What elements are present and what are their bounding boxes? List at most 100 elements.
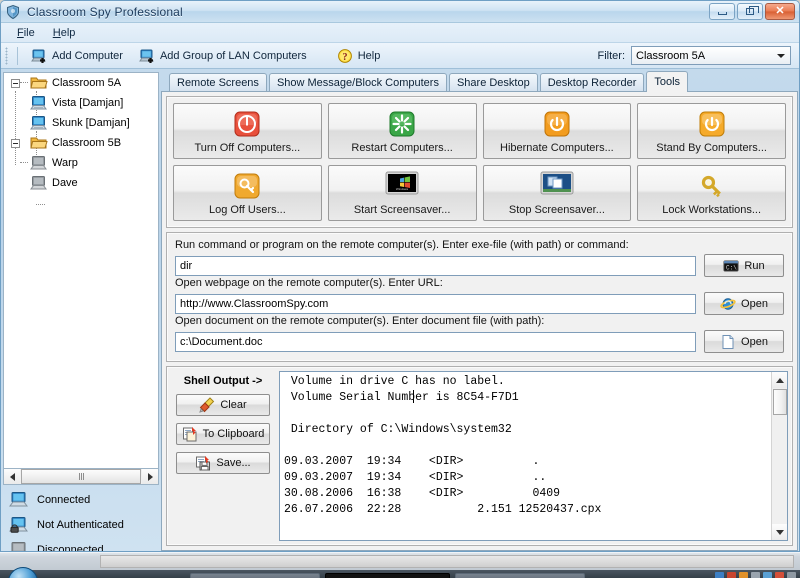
tree-node-label: Warp [52,157,78,169]
run-command-input[interactable]: dir [175,255,696,276]
tray-icon[interactable] [751,572,760,578]
minimize-button[interactable] [709,3,735,20]
chevron-down-icon[interactable] [777,53,785,58]
tree-node-computer[interactable]: Vista [Damjan] [4,93,158,113]
tree-node-label: Vista [Damjan] [52,97,124,109]
remote-commands-group: Run command or program on the remote com… [166,232,793,362]
tab-remote-screens[interactable]: Remote Screens [169,73,267,92]
monitor-add-icon [31,48,47,64]
tray-icon[interactable] [715,572,724,578]
add-computer-button[interactable]: Add Computer [23,46,131,66]
open-document-row: Open document on the remote computer(s).… [175,315,784,353]
tray-icon[interactable] [775,572,784,578]
hibernate-computers-button[interactable]: Hibernate Computers... [482,103,632,159]
restore-button[interactable] [737,3,763,20]
open-webpage-button[interactable]: Open [704,292,784,315]
lock-workstations-button[interactable]: Lock Workstations... [637,165,786,221]
filter-combobox[interactable]: Classroom 5A [631,46,791,65]
shell-output-text: Volume in drive C has no label. Volume S… [284,375,602,516]
console-window-icon: C:\ [723,258,739,274]
legend-label: Connected [37,493,91,506]
stand-by-computers-button[interactable]: Stand By Computers... [637,103,786,159]
open-document-input[interactable]: c:\Document.doc [175,331,696,352]
hibernate-orange-icon [542,109,572,139]
legend-item-disconnected: Disconnected [9,541,159,551]
tab-desktop-recorder[interactable]: Desktop Recorder [539,73,645,92]
svg-text:Windows: Windows [396,187,409,191]
menu-item-help[interactable]: Help [44,25,85,41]
tree-node-computer[interactable]: Warp [4,153,158,173]
tab-share-desktop[interactable]: Share Desktop [448,73,538,92]
window-controls: ✕ [709,3,795,20]
tree-connector [36,204,45,205]
main-toolbar: Add Computer Add Group of LAN Computers … [1,43,799,69]
toolbar-grip[interactable] [5,46,8,65]
tree-node-computer[interactable]: Skunk [Damjan] [4,113,158,133]
tab-label: Desktop Recorder [547,77,637,89]
key-gold-icon [697,171,727,201]
expander-collapse-icon[interactable] [11,138,20,148]
menu-bar: File Help [1,23,799,43]
screensaver-stop-icon [540,171,574,197]
tab-label: Share Desktop [456,77,530,89]
tree-horizontal-scrollbar[interactable] [3,469,159,485]
scroll-up-icon[interactable] [771,372,787,388]
start-screensaver-button[interactable]: Windows Start Screensaver... [327,165,477,221]
open-document-label: Open document on the remote computer(s).… [175,315,545,327]
folder-open-icon [30,135,48,151]
tree-node-label: Classroom 5B [52,137,122,149]
tray-icon[interactable] [739,572,748,578]
run-button-label: Run [744,259,765,272]
to-clipboard-button[interactable]: To Clipboard [176,423,270,445]
tray-icon[interactable] [787,572,796,578]
tray-icon[interactable] [763,572,772,578]
open-webpage-button-label: Open [741,297,768,310]
close-button[interactable]: ✕ [765,3,795,20]
expander-collapse-icon[interactable] [11,78,20,88]
add-group-lan-button[interactable]: Add Group of LAN Computers [131,46,315,66]
taskbar-task[interactable] [455,573,585,578]
log-off-users-button[interactable]: Log Off Users... [173,165,322,221]
tray-icon[interactable] [727,572,736,578]
windows-taskbar [0,552,800,578]
open-document-button[interactable]: Open [704,330,784,353]
run-button[interactable]: C:\ Run [704,254,784,277]
open-document-button-label: Open [741,335,768,348]
tree-node-group[interactable]: Classroom 5B [4,133,158,153]
restart-green-icon [387,109,417,139]
menu-item-file[interactable]: File [8,25,44,41]
turn-off-computers-button[interactable]: Turn Off Computers... [173,103,322,159]
legend-item-connected: Connected [9,491,159,508]
computer-tree[interactable]: Classroom 5A Vista [Damjan] Skunk [Damja… [3,72,159,469]
scroll-right-icon[interactable] [142,469,158,484]
stop-screensaver-button[interactable]: Stop Screensaver... [482,165,632,221]
tool-label: Stand By Computers... [656,142,767,154]
restart-computers-button[interactable]: Restart Computers... [327,103,477,159]
question-help-icon: ? [337,48,353,64]
open-webpage-input[interactable]: http://www.ClassroomSpy.com [175,293,696,314]
scroll-left-icon[interactable] [4,469,20,484]
console-vertical-scrollbar[interactable] [771,372,787,540]
save-button[interactable]: Save... [176,452,270,474]
help-button[interactable]: ? Help [329,46,389,66]
shell-console[interactable]: Volume in drive C has no label. Volume S… [279,371,788,541]
clear-button[interactable]: Clear [176,394,270,416]
tab-tools[interactable]: Tools [646,71,689,93]
status-legend: Connected Not Authenticated Disconnected [3,491,159,551]
tool-label: Turn Off Computers... [194,142,301,154]
scrollbar-thumb[interactable] [21,469,141,484]
taskbar-task-active[interactable] [325,573,450,578]
tab-show-message-block-computers[interactable]: Show Message/Block Computers [268,73,447,92]
tab-page-tools: Turn Off Computers... Restart Computers.… [161,92,798,551]
shell-output-group: Shell Output -> Clear To Clipboard Save.… [166,366,793,546]
shell-output-title: Shell Output -> [183,375,263,387]
taskbar-task[interactable] [190,573,320,578]
monitor-add-icon [139,48,155,64]
start-orb-button[interactable] [8,567,38,578]
tree-node-group[interactable]: Classroom 5A [4,73,158,93]
scrollbar-thumb[interactable] [772,389,787,415]
floppy-save-icon [195,455,211,471]
tree-node-computer[interactable]: Dave [4,173,158,193]
run-command-controls: dir C:\ Run [175,254,784,277]
scroll-down-icon[interactable] [771,524,787,540]
